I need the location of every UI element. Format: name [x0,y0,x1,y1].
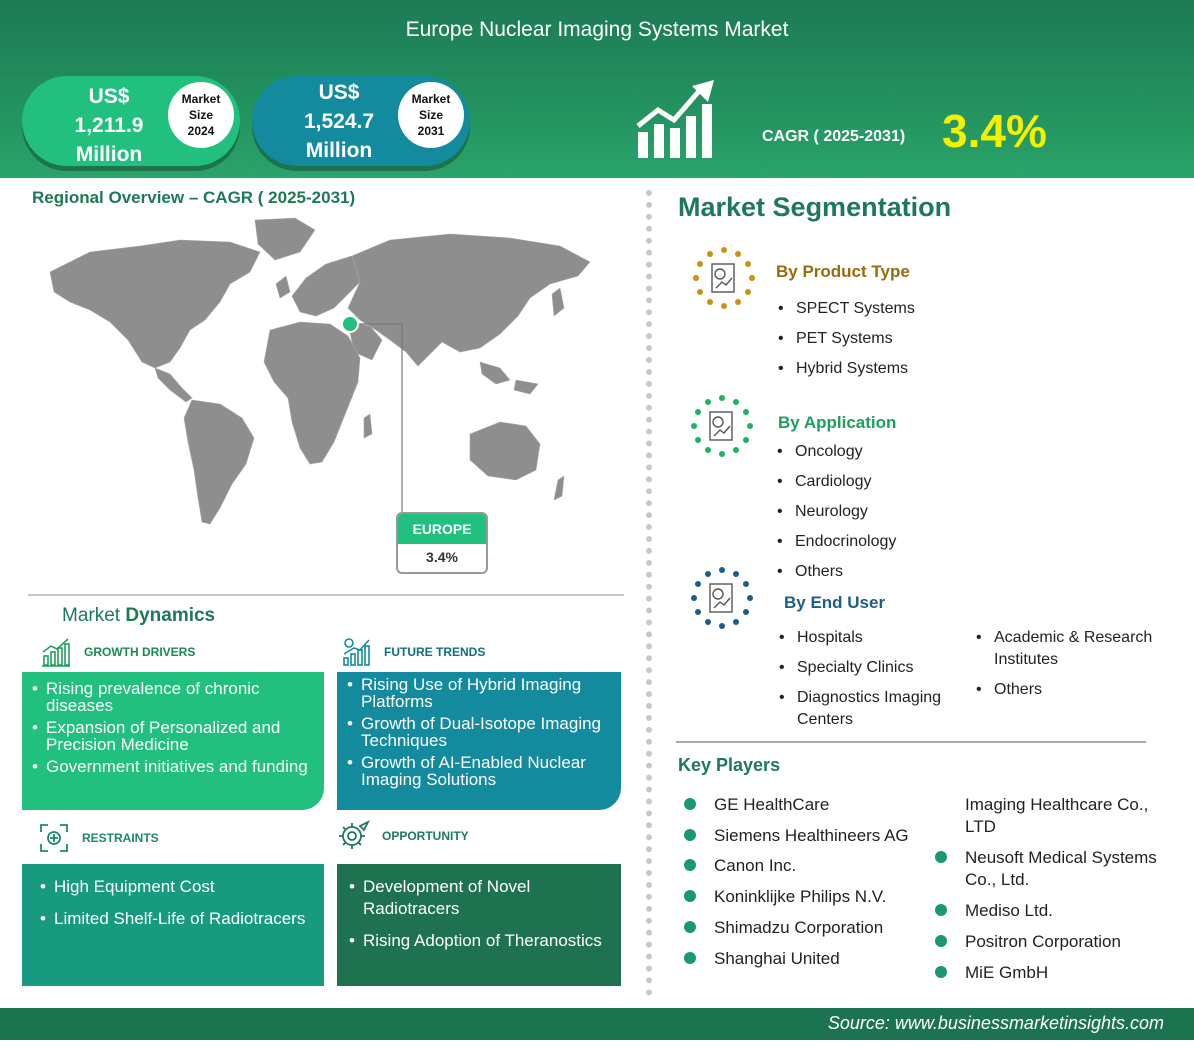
end-user-item: Hospitals [779,627,969,649]
end-user-icon [691,567,753,629]
market-dynamics-title: Market Dynamics [62,605,216,626]
growth-drivers-card: Rising prevalence of chronic diseases Ex… [22,672,324,810]
key-players-col1: GE HealthCare Siemens Healthineers AG Ca… [680,794,920,970]
application-list: Oncology Cardiology Neurology Endocrinol… [777,443,896,593]
europe-marker [341,315,359,333]
restraints-card: High Equipment Cost Limited Shelf-Life o… [22,864,324,986]
key-player-item: GE HealthCare [680,794,920,816]
key-player-item: Shimadzu Corporation [680,917,920,939]
cagr-value: 3.4% [942,105,1047,157]
vertical-divider [646,190,652,996]
restraints-heading: RESTRAINTS [82,831,159,845]
restraints-icon [40,824,68,852]
growth-driver-item: Government initiatives and funding [32,758,316,775]
key-player-item: Canon Inc. [680,855,920,877]
opportunity-card: Development of Novel Radiotracers Rising… [337,864,621,986]
product-type-icon [693,247,755,309]
section-divider [28,594,624,596]
opportunity-item: Development of Novel Radiotracers [349,876,613,920]
market-size-2031-pill: US$ 1,524.7 Million Market Size 2031 [252,76,470,166]
key-player-item: Shanghai United [680,948,920,970]
market-size-2024-value: US$ 1,211.9 Million [74,85,144,166]
europe-cagr-box: EUROPE 3.4% [396,512,488,574]
end-user-item: Academic & Research Institutes [976,627,1176,671]
key-players-title: Key Players [678,755,781,775]
world-map [49,217,591,525]
footer-bar: Source: www.businessmarketinsights.com [0,1008,1194,1040]
product-type-heading: By Product Type [776,262,910,281]
europe-label: EUROPE [398,514,486,544]
opportunity-header: OPPORTUNITY [338,820,469,852]
page-title: Europe Nuclear Imaging Systems Market [405,18,789,41]
end-user-heading: By End User [784,593,886,612]
opportunity-item: Rising Adoption of Theranostics [349,930,613,952]
future-trends-card: Rising Use of Hybrid Imaging Platforms G… [337,672,621,810]
key-player-item: Siemens Healthineers AG [680,825,920,847]
key-player-item: Mediso Ltd. [931,900,1171,922]
regional-overview-title: Regional Overview – CAGR ( 2025-2031) [32,188,356,207]
future-trends-icon [343,638,370,666]
end-user-item: Others [976,679,1176,701]
source-text: Source: www.businessmarketinsights.com [827,1013,1164,1033]
opportunity-icon [339,820,370,849]
application-item: Neurology [777,503,896,533]
application-icon [691,395,753,457]
europe-value: 3.4% [426,549,458,565]
future-trends-header: FUTURE TRENDS [340,636,485,668]
opportunity-heading: OPPORTUNITY [382,829,469,843]
product-type-list: SPECT Systems PET Systems Hybrid Systems [778,300,915,390]
cagr-label: CAGR ( 2025-2031) [762,128,906,145]
future-trends-heading: FUTURE TRENDS [384,645,486,659]
growth-drivers-header: GROWTH DRIVERS [40,636,195,668]
application-item: Others [777,563,896,593]
end-user-item: Specialty Clinics [779,657,969,679]
growth-drivers-heading: GROWTH DRIVERS [84,645,196,659]
application-item: Cardiology [777,473,896,503]
market-size-2031-badge: Market Size 2031 [398,82,464,148]
key-player-item: MiE GmbH [931,962,1171,984]
key-player-item-continuation: Imaging Healthcare Co., LTD [965,795,1149,836]
key-player-item: Koninklijke Philips N.V. [680,886,920,908]
growth-driver-item: Rising prevalence of chronic diseases [32,680,316,714]
future-trend-item: Rising Use of Hybrid Imaging Platforms [347,676,613,710]
restraint-item: High Equipment Cost [40,876,316,898]
future-trend-item: Growth of Dual-Isotope Imaging Technique… [347,715,613,749]
product-type-item: PET Systems [778,330,915,360]
key-player-item: Neusoft Medical Systems Co., Ltd. [931,847,1171,891]
restraints-header: RESTRAINTS [38,822,159,854]
growth-driver-item: Expansion of Personalized and Precision … [32,719,316,753]
end-user-list-col1: Hospitals Specialty Clinics Diagnostics … [779,627,969,743]
application-item: Oncology [777,443,896,473]
end-user-item: Diagnostics Imaging Centers [779,687,969,731]
key-players-col2: Imaging Healthcare Co., LTD Neusoft Medi… [931,794,1171,984]
key-players-divider [676,741,1146,743]
growth-drivers-icon [42,638,70,667]
end-user-list-col2: Academic & Research Institutes Others [976,627,1176,713]
restraint-item: Limited Shelf-Life of Radiotracers [40,908,316,930]
market-size-2031-value: US$ 1,524.7 Million [303,81,375,162]
market-size-2024-pill: US$ 1,211.9 Million Market Size 2024 [22,76,240,166]
key-player-item: Positron Corporation [931,931,1171,953]
future-trend-item: Growth of AI-Enabled Nuclear Imaging Sol… [347,754,613,788]
header-banner: Europe Nuclear Imaging Systems Market US… [0,0,1194,178]
market-size-2024-badge: Market Size 2024 [168,82,234,148]
application-heading: By Application [778,413,897,432]
product-type-item: Hybrid Systems [778,360,915,390]
product-type-item: SPECT Systems [778,300,915,330]
growth-chart-icon [636,80,714,158]
application-item: Endocrinology [777,533,896,563]
market-segmentation-title: Market Segmentation [678,192,952,222]
